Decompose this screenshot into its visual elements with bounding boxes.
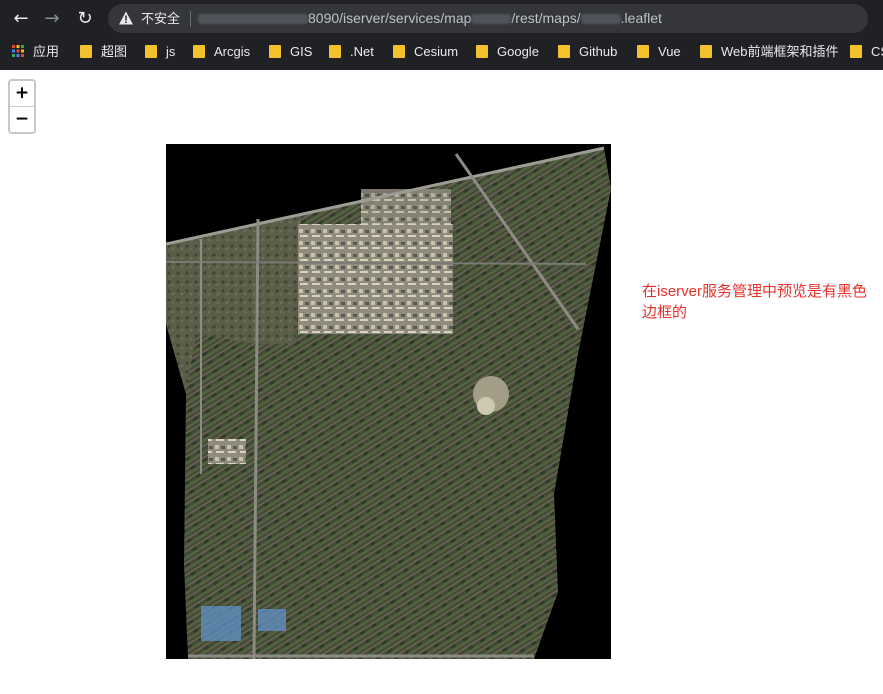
industrial-complex [298,224,453,334]
zoom-out-button[interactable]: − [10,107,34,132]
bookmark-label: Vue [658,44,681,59]
bookmark-folder[interactable]: Web前端框架和插件 [700,42,839,62]
security-status-label[interactable]: 不安全 [141,10,180,27]
forward-arrow-icon[interactable]: → [40,7,64,31]
zoom-control: + − [8,79,36,134]
bookmark-label: js [166,44,176,59]
redacted-map-name [580,14,621,25]
bookmark-label: 应用 [33,44,60,59]
folder-icon [145,45,157,58]
apps-grid-icon [12,45,24,57]
folder-icon [558,45,570,58]
building-block-south-east [258,609,286,631]
bookmark-label: GIS [290,44,313,59]
url-part-port-path: 8090/iserver/services/map [308,10,472,26]
bookmark-label: .Net [350,44,374,59]
bookmark-label: CS [871,44,883,59]
folder-icon [80,45,92,58]
bookmark-folder[interactable]: Cesium [393,42,458,62]
browser-chrome: ← → ↻ 不安全 8090/iserver/services/map/rest… [0,0,883,70]
url-part-rest-maps: /rest/maps/ [511,10,581,26]
back-arrow-icon[interactable]: ← [9,7,33,31]
bookmark-apps[interactable]: 应用 [12,42,59,62]
bookmark-folder[interactable]: .Net [329,42,374,62]
address-separator [190,11,191,27]
bookmark-label: Cesium [414,44,459,59]
folder-icon [850,45,862,58]
building-block-south [201,606,241,641]
bookmark-folder[interactable]: 超图 [80,42,127,62]
bookmark-label: 超图 [101,44,128,59]
bookmark-label: Github [579,44,618,59]
bookmark-label: Web前端框架和插件 [721,44,839,59]
storage-tanks [477,397,495,415]
bookmark-folder[interactable]: Github [558,42,617,62]
folder-icon [269,45,281,58]
folder-icon [700,45,712,58]
building-block-west [208,439,246,464]
bookmark-folder[interactable]: Arcgis [193,42,250,62]
bookmarks-bar: 应用 超图 js Arcgis GIS .Net Cesium Google G… [0,38,883,66]
bookmark-folder[interactable]: Vue [637,42,681,62]
bookmark-folder[interactable]: GIS [269,42,312,62]
satellite-imagery [166,146,611,659]
bookmark-folder[interactable]: CS [850,42,883,62]
folder-icon [329,45,341,58]
address-bar[interactable]: 不安全 8090/iserver/services/map/rest/maps/… [108,4,868,33]
map-tile-image[interactable] [166,144,611,659]
reload-icon[interactable]: ↻ [73,7,97,31]
folder-icon [476,45,488,58]
navigation-bar: ← → ↻ 不安全 8090/iserver/services/map/rest… [0,0,883,38]
folder-icon [193,45,205,58]
folder-icon [637,45,649,58]
url-part-leaflet: .leaflet [620,10,662,26]
bookmark-label: Arcgis [214,44,251,59]
bookmark-folder[interactable]: Google [476,42,539,62]
bookmark-label: Google [497,44,539,59]
zoom-in-button[interactable]: + [10,81,34,107]
warning-triangle-icon[interactable] [118,10,134,26]
annotation-note: 在iserver服务管理中预览是有黑色边框的 [642,283,868,321]
url-text[interactable]: 8090/iserver/services/map/rest/maps/ .lea… [198,9,662,28]
redacted-service [471,14,512,25]
industrial-compound-north [361,189,451,227]
redacted-host [198,14,308,25]
bookmark-folder[interactable]: js [145,42,175,62]
folder-icon [393,45,405,58]
